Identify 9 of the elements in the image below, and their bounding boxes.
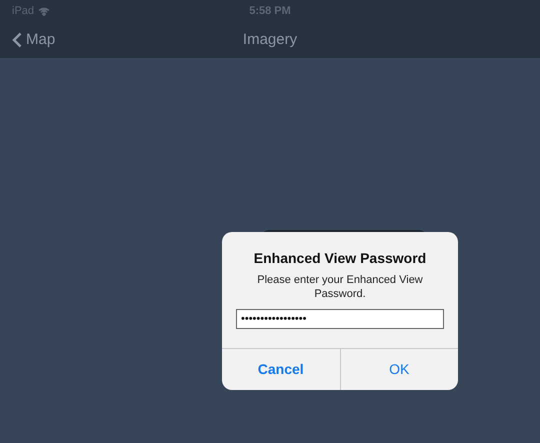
wifi-icon [38, 6, 50, 16]
back-button[interactable]: Map [12, 28, 56, 52]
cancel-button[interactable]: Cancel [222, 349, 340, 390]
dialog-message: Please enter your Enhanced View Password. [256, 273, 424, 301]
page-title: Imagery [242, 30, 298, 50]
dialog-title: Enhanced View Password [254, 249, 426, 268]
ok-button[interactable]: OK [340, 349, 458, 390]
password-field[interactable]: ••••••••••••••••• [236, 309, 444, 329]
chevron-left-icon [12, 32, 22, 48]
